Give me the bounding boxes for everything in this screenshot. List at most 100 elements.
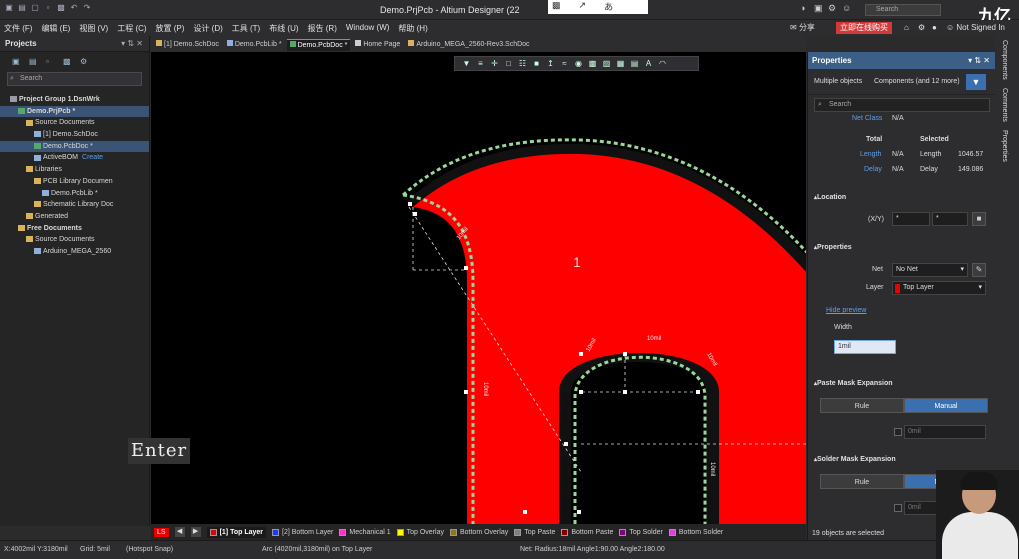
tree-item[interactable]: Libraries [0, 164, 149, 176]
paste-rule-button[interactable]: Rule [820, 398, 904, 413]
solder-checkbox[interactable] [894, 504, 902, 512]
menu-view[interactable]: 视图 (V) [79, 23, 108, 34]
panel-pin-icon[interactable]: ▾ ⇅ ✕ [968, 52, 990, 69]
arc-icon[interactable]: ◠ [658, 59, 667, 68]
new-icon[interactable]: ▢ [30, 3, 40, 13]
tree-item[interactable]: Schematic Library Doc [0, 199, 149, 211]
folder-add-icon[interactable]: ▩ [63, 57, 73, 67]
layer-next-icon[interactable]: ▶ [190, 527, 201, 537]
tab-demo-pcbdoc[interactable]: Demo.PcbDoc * [286, 39, 351, 51]
menu-route[interactable]: 布线 (U) [269, 23, 298, 34]
hide-preview-link[interactable]: Hide preview [826, 307, 866, 314]
chip-icon[interactable]: ▣ [814, 3, 823, 14]
redo-icon[interactable]: ↷ [82, 3, 92, 13]
layer-tab[interactable]: Top Overlay [396, 528, 444, 536]
tree-item[interactable]: Demo.PrjPcb * [0, 105, 149, 118]
tree-item[interactable]: ActiveBOM Create [0, 152, 149, 164]
menu-reports[interactable]: 报告 (R) [308, 23, 337, 34]
chart-icon[interactable]: ▤ [630, 59, 639, 68]
tree-item[interactable]: Generated [0, 211, 149, 223]
create-bom-link[interactable]: Create [82, 154, 103, 161]
y-input[interactable]: * [932, 212, 968, 226]
align-icon[interactable]: ☷ [518, 59, 527, 68]
tree-item[interactable]: [1] Demo.SchDoc [0, 129, 149, 141]
region-icon[interactable]: ▩ [588, 59, 597, 68]
layer-tab[interactable]: [2] Bottom Layer [272, 528, 333, 536]
tree-item[interactable]: Arduino_MEGA_2560 [0, 246, 149, 258]
tree-item[interactable]: Project Group 1.DsnWrk [0, 94, 149, 106]
width-input[interactable]: 1mil [834, 340, 896, 354]
sign-in-button[interactable]: ☺ Not Signed In [946, 23, 1005, 32]
pcb-drawing[interactable]: 1 10mil 10mil 10mil 10mil 10mil 10mil [151, 52, 806, 524]
fill-icon[interactable]: ■ [532, 59, 541, 68]
paste-value-input[interactable]: 0mil [904, 425, 986, 439]
paste-manual-button[interactable]: Manual [904, 398, 988, 413]
pcb-canvas[interactable]: 1 10mil 10mil 10mil 10mil 10mil 10mil ▼ … [151, 52, 806, 524]
x-input[interactable]: * [892, 212, 930, 226]
share-button[interactable]: ✉ 分享 [790, 22, 815, 33]
layer-tab[interactable]: Bottom Overlay [449, 528, 508, 536]
diff-pair-icon[interactable]: ≈ [560, 59, 569, 68]
notification-icon[interactable]: ● [932, 23, 937, 32]
filter-icon[interactable]: ▼ [462, 59, 471, 68]
properties-search-input[interactable]: Search [814, 98, 990, 112]
net-select[interactable]: No Net [892, 263, 968, 277]
menu-edit[interactable]: 编辑 (E) [41, 23, 70, 34]
layer-select[interactable]: Top Layer [892, 281, 986, 295]
paste-mask-section[interactable]: Paste Mask Expansion [814, 380, 892, 387]
home-icon[interactable]: ⌂ [904, 23, 909, 32]
gear-icon[interactable]: ⚙ [828, 3, 836, 14]
tree-item[interactable]: Source Documents [0, 117, 149, 129]
color-icon[interactable]: ◑ [800, 3, 805, 13]
text-icon[interactable]: A [644, 59, 653, 68]
layer-tab[interactable]: [1] Top Layer [206, 526, 266, 538]
interactive-route-icon[interactable]: ↥ [546, 59, 555, 68]
tab-properties[interactable]: Properties [1001, 130, 1008, 162]
cursor-icon[interactable]: ↗ [579, 0, 587, 14]
save-all-icon[interactable]: ▤ [17, 3, 27, 13]
pencil-icon[interactable]: ✎ [972, 263, 986, 277]
layer-tab[interactable]: Bottom Paste [561, 528, 613, 536]
tab-arduino-schdoc[interactable]: Arduino_MEGA_2560-Rev3.SchDoc [405, 39, 532, 51]
tab-demo-pcblib[interactable]: Demo.PcbLib * [224, 39, 285, 51]
layer-prev-icon[interactable]: ◀ [174, 527, 185, 537]
camera-icon[interactable]: ▩ [552, 0, 561, 14]
menu-window[interactable]: Window (W) [346, 23, 390, 34]
menu-design[interactable]: 设计 (D) [193, 23, 222, 34]
menu-place[interactable]: 放置 (P) [156, 23, 185, 34]
tab-comments[interactable]: Comments [1001, 88, 1008, 122]
tab-home-page[interactable]: Home Page [352, 39, 403, 51]
menu-project[interactable]: 工程 (C) [117, 23, 146, 34]
tree-item[interactable]: PCB Library Documen [0, 176, 149, 188]
save-icon[interactable]: ▣ [4, 3, 14, 13]
select-rect-icon[interactable]: □ [504, 59, 513, 68]
copy-icon[interactable]: ▤ [29, 57, 39, 67]
menu-help[interactable]: 帮助 (H) [398, 23, 427, 34]
layer-tab[interactable]: Top Solder [619, 528, 663, 536]
polygon-icon[interactable]: ▨ [602, 59, 611, 68]
via-icon[interactable]: ◉ [574, 59, 583, 68]
menu-tools[interactable]: 工具 (T) [232, 23, 260, 34]
filter-components[interactable]: Components (and 12 more) [874, 78, 960, 85]
open-icon[interactable]: ▫ [43, 3, 53, 13]
tab-demo-schdoc[interactable]: [1] Demo.SchDoc [153, 39, 222, 51]
tree-item[interactable]: Source Documents [0, 234, 149, 246]
global-search-input[interactable]: Search [865, 4, 941, 16]
layer-tab[interactable]: Mechanical 1 [339, 528, 391, 536]
route-icon[interactable]: ≡ [476, 59, 485, 68]
dimension-icon[interactable]: ▦ [616, 59, 625, 68]
solder-rule-button[interactable]: Rule [820, 474, 904, 489]
layer-set-button[interactable]: LS [154, 527, 169, 537]
projects-search-input[interactable]: Search [7, 72, 142, 86]
filter-funnel-icon[interactable]: ▼ [966, 74, 986, 90]
tree-item[interactable]: Demo.PcbLib * [0, 188, 149, 200]
settings-icon[interactable]: ⚙ [918, 23, 925, 32]
menu-file[interactable]: 文件 (F) [4, 23, 32, 34]
ime-icon[interactable]: あ [604, 0, 613, 14]
location-section[interactable]: Location [814, 194, 846, 201]
buy-online-button[interactable]: 立即在线购买 [836, 22, 892, 34]
solder-mask-section[interactable]: Solder Mask Expansion [814, 456, 896, 463]
tree-item[interactable]: Free Documents [0, 223, 149, 235]
lock-icon[interactable]: ■ [972, 212, 986, 226]
undo-icon[interactable]: ↶ [69, 3, 79, 13]
